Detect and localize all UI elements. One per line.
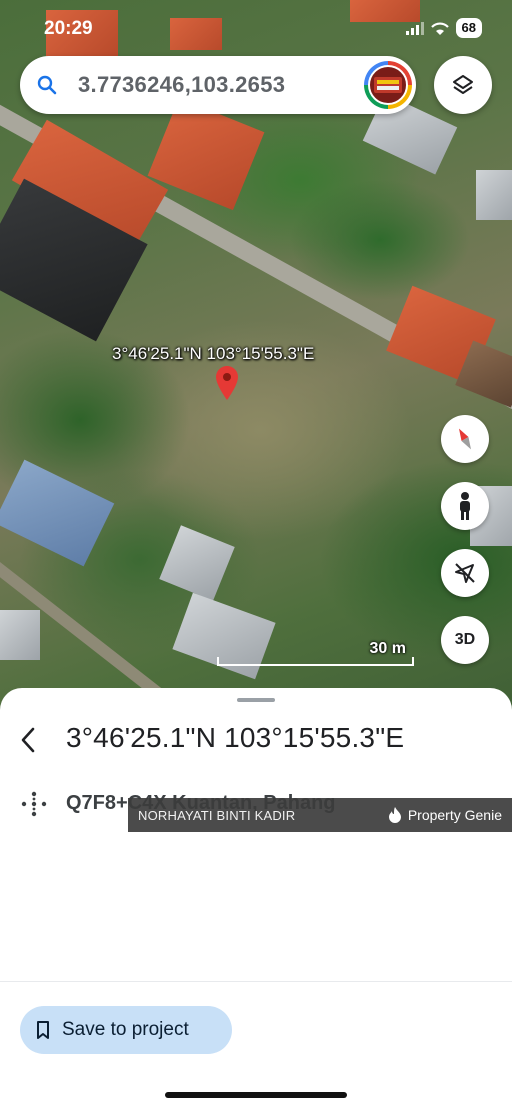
divider <box>0 981 512 982</box>
watermark-banner: NORHAYATI BINTI KADIR Property Genie <box>128 798 512 832</box>
watermark-brand: Property Genie <box>388 807 502 823</box>
home-indicator[interactable] <box>165 1092 347 1098</box>
status-icons: 68 <box>405 18 482 38</box>
battery-indicator: 68 <box>455 18 482 38</box>
place-title: 3°46'25.1"N 103°15'55.3"E <box>66 722 405 753</box>
building <box>159 525 235 601</box>
navigation-off-icon <box>455 563 475 583</box>
pegman-icon <box>460 492 470 520</box>
drag-handle[interactable] <box>237 698 275 702</box>
back-arrow-icon <box>21 727 35 753</box>
cellular-signal-icon <box>405 22 424 35</box>
street-view-button[interactable] <box>441 482 489 530</box>
pin-coordinate-label: 3°46'25.1"N 103°15'55.3"E <box>112 344 315 363</box>
wifi-icon <box>430 22 449 35</box>
location-pin-icon[interactable] <box>216 366 238 400</box>
scale-line <box>217 657 414 666</box>
status-bar: 20:29 68 <box>0 0 512 50</box>
back-button[interactable] <box>14 724 42 756</box>
building <box>0 459 115 567</box>
bookmark-icon <box>37 1021 49 1039</box>
search-bar[interactable]: 3.7736246,103.2653 <box>20 56 416 114</box>
compass-button[interactable] <box>441 415 489 463</box>
compass-icon <box>459 428 471 450</box>
building <box>0 610 40 660</box>
navigation-toggle-button[interactable] <box>441 549 489 597</box>
3d-toggle-button[interactable]: 3D <box>441 616 489 664</box>
save-to-project-label: Save to project <box>62 1019 189 1040</box>
save-to-project-button[interactable]: Save to project <box>20 1006 232 1054</box>
scale-label: 30 m <box>369 640 406 657</box>
plus-code-icon <box>21 791 47 817</box>
scale-bar: 30 m <box>217 640 414 666</box>
search-icon[interactable] <box>36 74 58 96</box>
building <box>476 170 512 220</box>
avatar-picture-icon <box>374 77 402 93</box>
building <box>172 592 276 680</box>
watermark-agent-name: NORHAYATI BINTI KADIR <box>138 807 296 823</box>
place-details-sheet: 3°46'25.1"N 103°15'55.3"E Q7F8+C4X Kuant… <box>0 688 512 1109</box>
avatar-image <box>368 65 408 105</box>
account-avatar[interactable] <box>364 61 412 109</box>
flame-icon <box>388 807 401 823</box>
status-time: 20:29 <box>44 18 93 39</box>
layers-button[interactable] <box>434 56 492 114</box>
layers-icon <box>453 75 473 94</box>
watermark-brand-label: Property Genie <box>407 807 502 823</box>
